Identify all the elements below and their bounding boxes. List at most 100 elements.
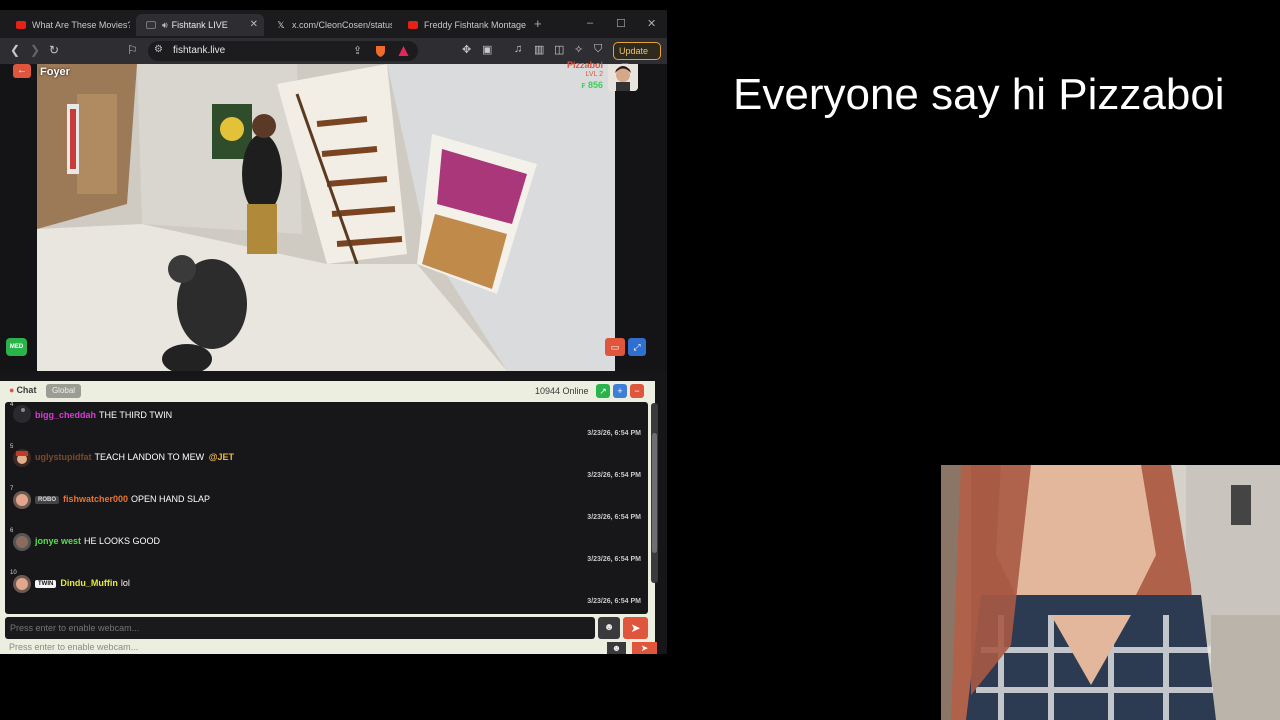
send-icon[interactable]: ➤: [623, 617, 648, 639]
avatar[interactable]: [13, 533, 31, 551]
url-text: fishtank.live: [173, 45, 226, 56]
chat-title: ● Chat: [9, 385, 36, 395]
wallet-icon[interactable]: ◫: [554, 43, 564, 56]
chat-scrollbar[interactable]: [651, 403, 658, 583]
tab-youtube-movies[interactable]: What Are These Movies?!?: [6, 14, 130, 36]
player-avatar[interactable]: [608, 64, 638, 91]
update-label: Update: [619, 46, 649, 56]
scrollbar-thumb[interactable]: [652, 433, 657, 553]
username[interactable]: fishwatcher000: [63, 494, 128, 504]
avatar[interactable]: [13, 575, 31, 593]
send-icon: ➤: [632, 642, 657, 654]
chat-message: 6 jonye west HE LOOKS GOOD 3/23/26, 6:54 …: [5, 528, 648, 570]
sidebar-icon[interactable]: ▥: [534, 43, 544, 56]
chat-bubble-icon: ●: [9, 385, 15, 395]
brave-shields-icon[interactable]: [375, 45, 386, 57]
camera-feed[interactable]: [37, 64, 615, 371]
back-icon[interactable]: ❮: [10, 43, 20, 57]
tab-title: Fishtank LIVE: [171, 20, 228, 30]
tab-fishtank-live[interactable]: 🔊︎ Fishtank LIVE ✕: [136, 14, 264, 36]
extensions-icon[interactable]: ✥: [462, 43, 471, 56]
chat-message: 5 uglystupidfat TEACH LANDON TO MEW @JET …: [5, 444, 648, 486]
avatar[interactable]: [13, 491, 31, 509]
player-info: Pizzaboi LVL 2 ₣ 856: [533, 60, 603, 92]
reload-icon[interactable]: ↻: [49, 43, 59, 57]
message-line: jonye west HE LOOKS GOOD: [35, 536, 160, 546]
user-badge: TWIN: [35, 580, 57, 588]
timestamp: 3/23/26, 6:54 PM: [587, 430, 641, 437]
close-window-button[interactable]: ✕: [647, 17, 656, 30]
brave-rewards-icon[interactable]: [398, 45, 409, 57]
tab-global[interactable]: Global: [46, 384, 81, 398]
med-badge[interactable]: MED: [6, 338, 27, 356]
chat-message: 4 bigg_cheddah THE THIRD TWIN 3/23/26, 6:…: [5, 402, 648, 444]
fishtank-page: ← Foyer Pizzaboi LVL 2 ₣ 856 MED ▭ ⤢ ● C…: [0, 60, 667, 654]
new-tab-button[interactable]: +: [534, 16, 542, 31]
online-count: 10944 Online: [535, 386, 589, 396]
tab-youtube-montage[interactable]: Freddy Fishtank Montage: [398, 14, 526, 36]
speaker-icon[interactable]: 🔊︎: [162, 20, 168, 31]
webcam-image: [941, 465, 1280, 720]
message-line: bigg_cheddah THE THIRD TWIN: [35, 410, 172, 420]
fishtank-icon: [146, 21, 156, 29]
minimize-button[interactable]: –: [587, 17, 593, 29]
ghost-chat-input: Press enter to enable webcam...: [9, 642, 139, 652]
tab-title: Freddy Fishtank Montage: [424, 20, 526, 30]
youtube-icon: [16, 21, 26, 29]
share-icon[interactable]: ↗: [596, 384, 610, 398]
timestamp: 3/23/26, 6:54 PM: [587, 514, 641, 521]
fullscreen-icon[interactable]: ⤢: [628, 338, 646, 356]
chat-title-label: Chat: [16, 385, 37, 395]
x-icon: 𝕏: [277, 20, 285, 30]
maximize-button[interactable]: ☐: [616, 17, 626, 30]
username[interactable]: bigg_cheddah: [35, 410, 96, 420]
right-sidebar: [615, 64, 667, 371]
share-icon[interactable]: ⇪: [353, 44, 362, 57]
message-number: 4: [10, 402, 14, 408]
cast-icon[interactable]: ▭: [605, 338, 625, 356]
youtube-icon: [408, 21, 418, 29]
update-button[interactable]: Update ☰: [613, 42, 661, 72]
left-sidebar: [0, 64, 37, 371]
close-tab-icon[interactable]: ✕: [250, 19, 258, 30]
bookmark-icon[interactable]: ⚐: [127, 43, 138, 57]
timestamp: 3/23/26, 6:54 PM: [587, 598, 641, 605]
forward-icon[interactable]: ❯: [30, 43, 40, 57]
chat-message: 10 TWIN Dindu_Muffin lol 3/23/26, 6:54 PM: [5, 570, 648, 612]
leo-ai-icon[interactable]: ✧: [574, 43, 583, 56]
mention[interactable]: @JET: [209, 452, 234, 462]
chat-message: 7 ROBO fishwatcher000 OPEN HAND SLAP 3/23/…: [5, 486, 648, 528]
vpn-icon[interactable]: ⛉: [594, 43, 602, 56]
expand-chat-icon[interactable]: +: [613, 384, 627, 398]
webcam-feed: [941, 465, 1280, 720]
message-line: uglystupidfat TEACH LANDON TO MEW @JET: [35, 452, 234, 462]
tab-title: What Are These Movies?!?: [32, 20, 130, 30]
chat-input[interactable]: [5, 617, 595, 639]
username[interactable]: jonye west: [35, 536, 81, 546]
chat-panel: ● Chat Global 10944 Online ↗ + − 4 bigg_…: [0, 381, 655, 654]
stream-caption: Everyone say hi Pizzaboi: [733, 70, 1225, 119]
username[interactable]: Dindu_Muffin: [60, 578, 118, 588]
player-coins: 856: [587, 80, 603, 90]
timestamp: 3/23/26, 6:54 PM: [587, 556, 641, 563]
coin-icon: ₣: [581, 83, 586, 90]
tab-title: x.com/CleonCosen/status/: [292, 20, 392, 30]
music-icon[interactable]: ♫: [514, 43, 522, 55]
message-text: lol: [120, 578, 130, 588]
browser-window: What Are These Movies?!? 🔊︎ Fishtank LIV…: [0, 10, 667, 654]
back-arrow-button[interactable]: ←: [13, 64, 31, 78]
tab-x-status[interactable]: 𝕏 x.com/CleonCosen/status/: [266, 14, 392, 36]
tab-bar: What Are These Movies?!? 🔊︎ Fishtank LIV…: [0, 10, 667, 38]
collapse-chat-icon[interactable]: −: [630, 384, 644, 398]
chat-header: ● Chat Global 10944 Online ↗ + −: [0, 381, 655, 401]
emoji-icon[interactable]: ☻: [598, 617, 620, 639]
avatar[interactable]: [13, 405, 31, 423]
avatar[interactable]: [13, 449, 31, 467]
message-text: THE THIRD TWIN: [99, 410, 173, 420]
username[interactable]: uglystupidfat: [35, 452, 92, 462]
chat-messages[interactable]: 4 bigg_cheddah THE THIRD TWIN 3/23/26, 6:…: [5, 402, 648, 614]
player-level: LVL 2: [585, 71, 603, 78]
site-settings-icon[interactable]: ⚙: [154, 44, 163, 55]
wallet-icon[interactable]: ▣: [482, 43, 492, 56]
message-number: 7: [10, 486, 14, 492]
